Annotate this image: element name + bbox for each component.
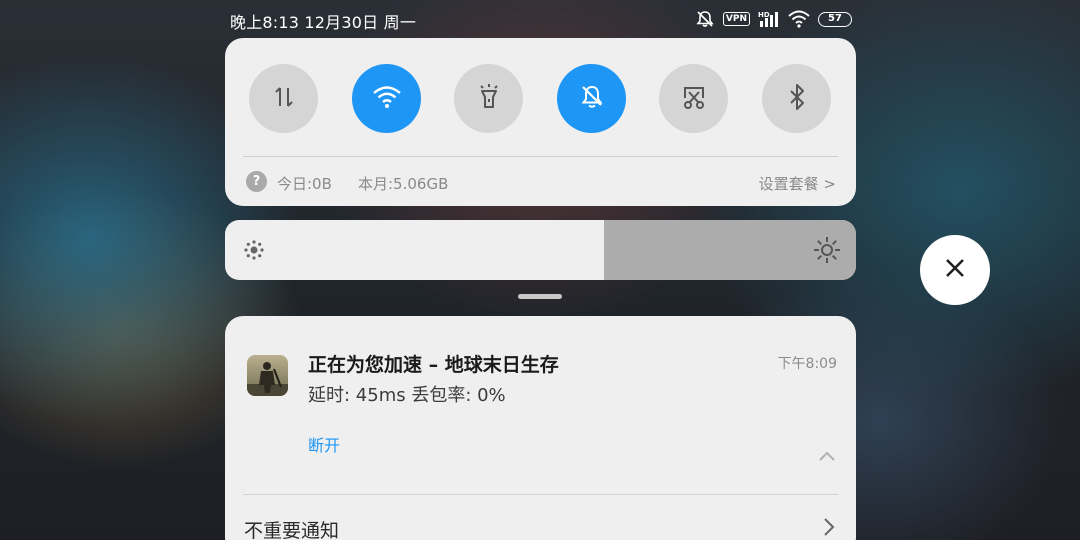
notification-card[interactable]: 正在为您加速 – 地球末日生存 下午8:09 延时: 45ms 丢包率: 0% …: [225, 316, 856, 540]
status-icons: VPN HD 57: [695, 8, 852, 30]
notification-title: 正在为您加速 – 地球末日生存: [308, 354, 559, 376]
brightness-slider[interactable]: [225, 220, 856, 280]
game-app-icon: [247, 355, 288, 396]
data-arrows-icon: [271, 84, 297, 114]
battery-icon: 57: [818, 11, 852, 27]
scissors-icon: [680, 83, 708, 115]
status-bar: 晚上8:13 12月30日 周一 VPN HD 57: [230, 8, 852, 32]
data-help-icon[interactable]: ?: [246, 171, 267, 192]
brightness-high-icon: [813, 236, 841, 268]
screenshot-toggle[interactable]: [659, 64, 728, 133]
silent-toggle[interactable]: [557, 64, 626, 133]
vpn-icon: VPN: [722, 12, 750, 26]
unimportant-notifications-label[interactable]: 不重要通知: [244, 516, 339, 540]
signal-hd-label: HD: [758, 11, 770, 19]
wifi-icon: [788, 10, 810, 28]
disconnect-button[interactable]: 断开: [308, 432, 340, 456]
close-icon: [944, 257, 966, 283]
mute-icon: [695, 10, 715, 28]
data-usage-month: 本月:5.06GB: [358, 175, 449, 193]
bluetooth-icon: [785, 83, 809, 115]
flashlight-icon: [476, 83, 502, 115]
panel-drag-handle[interactable]: [518, 294, 562, 299]
bluetooth-toggle[interactable]: [762, 64, 831, 133]
wifi-icon: [372, 85, 402, 113]
quick-settings-panel: ? 今日:0B 本月:5.06GB 设置套餐 >: [225, 38, 856, 206]
close-button[interactable]: [920, 235, 990, 305]
quick-settings-divider: [243, 156, 838, 157]
chevron-up-icon[interactable]: [818, 447, 836, 466]
wifi-toggle[interactable]: [352, 64, 421, 133]
bell-off-icon: [578, 83, 606, 115]
notification-body: 延时: 45ms 丢包率: 0%: [308, 385, 506, 406]
data-usage-today: 今日:0B: [277, 175, 332, 193]
mobile-data-toggle[interactable]: [249, 64, 318, 133]
notification-divider: [243, 494, 838, 495]
cellular-signal-icon: HD: [758, 10, 780, 28]
chevron-right-icon[interactable]: [822, 517, 836, 540]
brightness-low-icon: [243, 239, 265, 265]
set-plan-link[interactable]: 设置套餐 >: [759, 173, 836, 194]
status-time-date: 晚上8:13 12月30日 周一: [230, 13, 417, 32]
notification-time: 下午8:09: [777, 356, 837, 372]
flashlight-toggle[interactable]: [454, 64, 523, 133]
